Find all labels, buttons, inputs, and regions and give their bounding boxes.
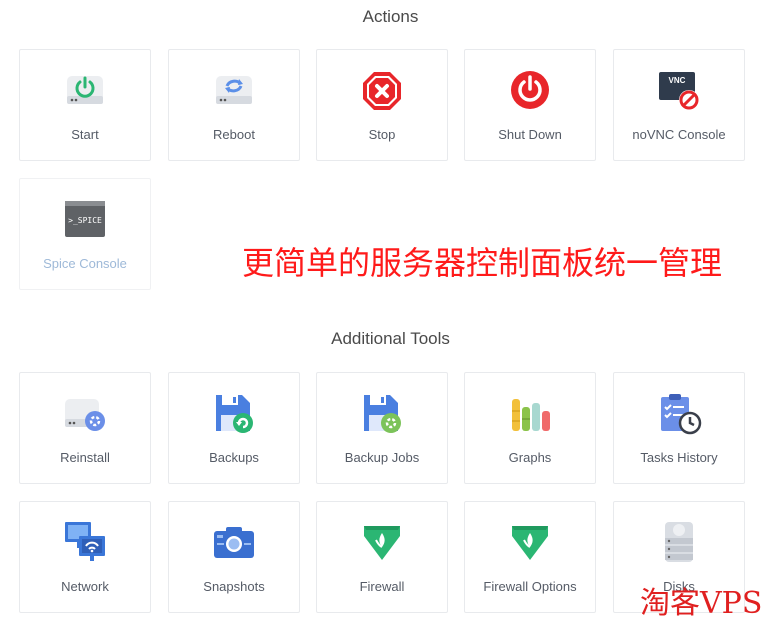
disks-icon: [665, 522, 693, 562]
network-icon: [65, 522, 105, 561]
graphs-icon: [512, 399, 550, 431]
network-button[interactable]: Network: [19, 501, 151, 613]
reinstall-icon: [65, 399, 105, 431]
watermark-text: 淘客VPS: [640, 586, 763, 621]
firewall-icon: [364, 526, 400, 560]
tasks-history-label: Tasks History: [640, 450, 718, 465]
firewall-options-label: Firewall Options: [483, 579, 577, 594]
firewall-options-button[interactable]: Firewall Options: [464, 501, 596, 613]
start-label: Start: [71, 127, 99, 142]
snapshots-label: Snapshots: [203, 579, 265, 594]
additional-tools-section-title: Additional Tools: [331, 329, 450, 348]
reboot-label: Reboot: [213, 127, 255, 142]
backups-button[interactable]: Backups: [168, 372, 300, 484]
backup-jobs-label: Backup Jobs: [344, 450, 420, 465]
reboot-server-icon: [216, 76, 252, 104]
snapshots-icon: [214, 527, 254, 558]
vnc-console-icon: VNC: [659, 72, 699, 110]
promo-banner-text: 更简单的服务器控制面板统一管理: [242, 244, 723, 282]
power-icon: [511, 71, 549, 109]
novnc-console-button[interactable]: VNC noVNC Console: [613, 49, 745, 161]
spice-console-button[interactable]: >_SPICE Spice Console: [19, 178, 151, 290]
tasks-history-icon: [661, 394, 702, 435]
shut-down-button[interactable]: Shut Down: [464, 49, 596, 161]
spice-icon-text: >_SPICE: [68, 216, 102, 225]
start-server-icon: [67, 76, 103, 104]
shut-down-label: Shut Down: [498, 127, 562, 142]
vnc-icon-text: VNC: [669, 76, 686, 85]
novnc-console-label: noVNC Console: [632, 127, 726, 142]
stop-label: Stop: [368, 127, 396, 142]
backups-icon: [216, 395, 253, 433]
firewall-label: Firewall: [359, 579, 405, 594]
actions-section-title: Actions: [362, 7, 419, 26]
graphs-label: Graphs: [508, 450, 552, 465]
tasks-history-button[interactable]: Tasks History: [613, 372, 745, 484]
start-button[interactable]: Start: [19, 49, 151, 161]
firewall-button[interactable]: Firewall: [316, 501, 448, 613]
reboot-button[interactable]: Reboot: [168, 49, 300, 161]
spice-console-label: Spice Console: [43, 256, 127, 271]
network-label: Network: [61, 579, 109, 594]
reinstall-button[interactable]: Reinstall: [19, 372, 151, 484]
firewall-options-icon: [512, 526, 548, 560]
backups-label: Backups: [209, 450, 259, 465]
spice-console-icon: >_SPICE: [65, 201, 105, 237]
backup-jobs-button[interactable]: Backup Jobs: [316, 372, 448, 484]
graphs-button[interactable]: Graphs: [464, 372, 596, 484]
snapshots-button[interactable]: Snapshots: [168, 501, 300, 613]
backup-jobs-icon: [364, 395, 401, 433]
reinstall-label: Reinstall: [60, 450, 110, 465]
stop-icon: [363, 72, 401, 110]
stop-button[interactable]: Stop: [316, 49, 448, 161]
